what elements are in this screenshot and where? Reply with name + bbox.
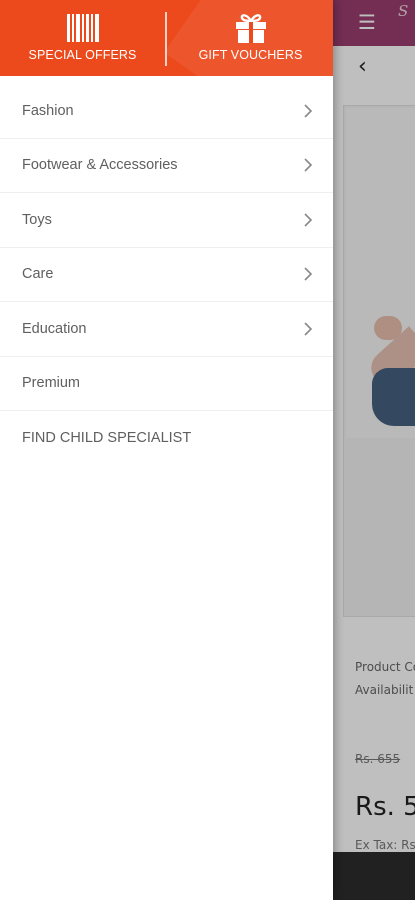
menu-item-care[interactable]: Care	[0, 248, 333, 302]
gift-vouchers-button[interactable]: GIFT VOUCHERS	[168, 0, 333, 76]
barcode-icon	[66, 14, 99, 42]
menu-item-label: Premium	[22, 375, 81, 392]
menu-item-toys[interactable]: Toys	[0, 193, 333, 248]
menu-item-label: Education	[22, 320, 87, 337]
menu-item-label: Footwear & Accessories	[22, 157, 178, 174]
category-menu: Fashion Footwear & Accessories Toys Care…	[0, 84, 333, 466]
special-offers-label: SPECIAL OFFERS	[28, 48, 137, 62]
gift-vouchers-label: GIFT VOUCHERS	[198, 48, 303, 62]
chevron-right-icon	[304, 158, 313, 172]
gift-icon	[235, 14, 266, 43]
drawer-header: SPECIAL OFFERS GIFT VOUCHERS	[0, 0, 333, 76]
menu-item-footwear-accessories[interactable]: Footwear & Accessories	[0, 139, 333, 193]
navigation-drawer: SPECIAL OFFERS GIFT VOUCHERS Fashion Foo…	[0, 0, 333, 900]
menu-item-label: Care	[22, 266, 54, 283]
chevron-right-icon	[304, 213, 313, 227]
chevron-right-icon	[304, 267, 313, 281]
menu-item-premium[interactable]: Premium	[0, 357, 333, 411]
chevron-right-icon	[304, 322, 313, 336]
menu-item-label: Toys	[22, 211, 52, 228]
header-divider	[165, 12, 167, 66]
menu-item-find-child-specialist[interactable]: FIND CHILD SPECIALIST	[0, 411, 333, 466]
menu-item-label: Fashion	[22, 102, 74, 119]
chevron-right-icon	[304, 104, 313, 118]
menu-item-education[interactable]: Education	[0, 302, 333, 357]
menu-item-label: FIND CHILD SPECIALIST	[22, 430, 192, 447]
menu-item-fashion[interactable]: Fashion	[0, 84, 333, 139]
special-offers-button[interactable]: SPECIAL OFFERS	[0, 0, 165, 76]
